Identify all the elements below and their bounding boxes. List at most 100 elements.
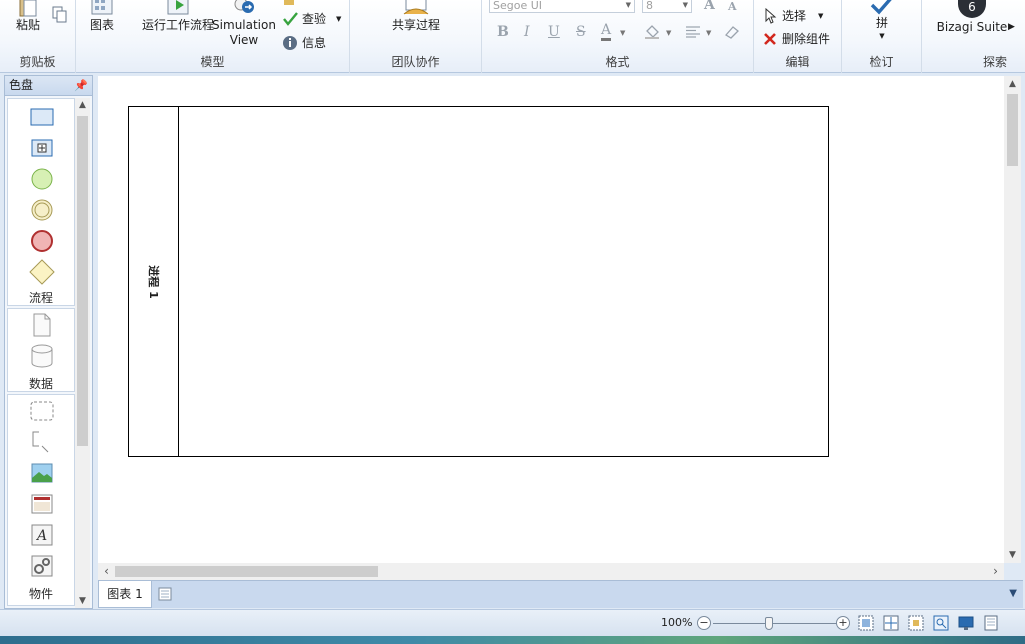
font-size-dropdown-icon: ▼ (682, 1, 688, 9)
diagram-canvas[interactable]: 进程 1 (98, 76, 1004, 563)
eraser-icon[interactable] (724, 25, 740, 39)
image-shape[interactable] (29, 461, 55, 485)
pool-header[interactable]: 进程 1 (129, 107, 179, 456)
paste-button[interactable]: 粘贴 (8, 0, 48, 33)
start-event-shape[interactable] (29, 167, 55, 191)
zoom-slider-thumb[interactable] (765, 617, 774, 630)
pin-icon[interactable]: 📌 (74, 76, 88, 95)
canvas-vscroll-thumb[interactable] (1007, 94, 1018, 166)
group-icon (30, 401, 54, 421)
font-color-button[interactable]: A (601, 22, 612, 41)
grow-font-button[interactable]: A (704, 0, 715, 13)
data-store-shape[interactable] (29, 344, 55, 368)
palette-scroll-up-icon[interactable]: ▲ (75, 100, 90, 110)
pool-shape[interactable]: 进程 1 (128, 106, 829, 457)
canvas-scroll-down-icon[interactable]: ▼ (1004, 550, 1021, 560)
zoom-selection-icon[interactable] (908, 615, 924, 631)
annotation-shape[interactable] (29, 430, 55, 454)
info-button[interactable]: 信息 (282, 34, 326, 51)
strikethrough-button[interactable]: S (576, 24, 586, 40)
text-icon: A (31, 524, 53, 546)
palette-section-data: 数据 (7, 308, 75, 392)
model-group: 图表 运行工作流程 Simulation View 查验 ▼ 信息 模型 (76, 0, 350, 73)
new-diagram-tab-icon[interactable] (158, 587, 172, 601)
header-shape[interactable] (29, 492, 55, 516)
canvas-scroll-right-icon[interactable]: › (987, 563, 1004, 580)
canvas-scroll-up-icon[interactable]: ▲ (1004, 79, 1021, 89)
gears-icon (31, 555, 53, 577)
align-icon[interactable] (686, 26, 700, 38)
data-object-shape[interactable] (29, 313, 55, 337)
bold-button[interactable]: B (497, 24, 509, 40)
page-view-icon[interactable] (983, 615, 999, 631)
zoom-out-button[interactable]: − (697, 616, 711, 630)
subprocess-icon (31, 139, 53, 157)
end-event-icon (31, 230, 53, 252)
info-icon (283, 35, 297, 50)
ribbon: 粘贴 剪贴板 图表 运行工作流程 Simulation View 查验 ▼ 信息 (0, 0, 1025, 73)
spell-check-icon (870, 0, 892, 15)
edit-group-label: 编辑 (785, 55, 810, 69)
zoom-percent: 100% (661, 616, 693, 629)
shrink-font-button[interactable]: A (728, 0, 737, 13)
font-size-select[interactable]: 8 ▼ (642, 0, 692, 13)
zoom-window-icon[interactable] (933, 615, 949, 631)
select-button[interactable]: 选择 ▼ (764, 7, 823, 24)
spell-check-dropdown-icon[interactable]: ▼ (879, 31, 884, 41)
paste-icon (19, 0, 37, 17)
spell-check-button[interactable]: 拼 ▼ (866, 0, 898, 41)
check-dropdown-icon[interactable]: ▼ (336, 15, 341, 23)
canvas-hscroll-thumb[interactable] (115, 566, 378, 577)
paste-label: 粘贴 (15, 18, 40, 32)
presentation-icon[interactable] (958, 615, 974, 631)
fill-color-dropdown-icon[interactable]: ▼ (666, 29, 671, 37)
underline-button[interactable]: U (548, 24, 560, 40)
tab-diagram-1[interactable]: 图表 1 (98, 581, 152, 608)
delete-component-label: 删除组件 (782, 32, 831, 46)
fit-width-icon[interactable] (858, 615, 874, 631)
palette-scroll-thumb[interactable] (77, 116, 88, 446)
font-color-dropdown-icon[interactable]: ▼ (620, 29, 625, 37)
fit-page-icon[interactable] (883, 615, 899, 631)
checkmark-icon (283, 11, 298, 26)
group-shape[interactable] (29, 399, 55, 423)
copy-icon[interactable] (52, 6, 68, 24)
font-name-select[interactable]: Segoe UI ▼ (489, 0, 635, 13)
canvas-scroll-left-icon[interactable]: ‹ (98, 563, 115, 580)
diagram-tab-bar: 图表 1 ▼ (98, 580, 1023, 608)
palette-scrollbar[interactable]: ▲ ▼ (75, 98, 90, 608)
zoom-slider-track[interactable] (713, 623, 838, 624)
clipboard-group: 粘贴 剪贴板 (0, 0, 76, 73)
italic-button[interactable]: I (524, 24, 530, 40)
properties-shape[interactable] (29, 554, 55, 578)
palette-header: 色盘 📌 (5, 76, 92, 96)
select-dropdown-icon[interactable]: ▼ (818, 12, 823, 20)
align-dropdown-icon[interactable]: ▼ (706, 29, 711, 37)
palette-scroll-down-icon[interactable]: ▼ (75, 596, 90, 606)
tab-list-dropdown-icon[interactable]: ▼ (1009, 588, 1017, 599)
annotation-icon (32, 431, 49, 453)
share-process-button[interactable]: 共享过程 (386, 0, 446, 33)
bizagi-suite-button[interactable]: 6 Bizagi Suite (932, 0, 1012, 35)
canvas-horizontal-scrollbar[interactable]: ‹ › (98, 563, 1004, 580)
ribbon-scroll-right-icon[interactable]: ▶ (1008, 22, 1015, 32)
document-icon (284, 0, 294, 5)
run-workflow-label: 运行工作流程 (141, 18, 214, 32)
diagram-button[interactable]: 图表 (86, 0, 118, 33)
palette-section-artifacts: A 物件 (7, 394, 75, 606)
palette-section-label-process: 流程 (28, 291, 53, 305)
check-button[interactable]: 查验 ▼ (282, 10, 341, 27)
intermediate-event-shape[interactable] (29, 198, 55, 222)
simulation-view-button[interactable]: Simulation View (212, 0, 276, 48)
gateway-shape[interactable] (29, 259, 55, 285)
canvas-vertical-scrollbar[interactable]: ▲ ▼ (1004, 76, 1021, 563)
review-group: 拼 ▼ 检订 (842, 0, 922, 73)
subprocess-shape[interactable] (29, 136, 55, 160)
end-event-shape[interactable] (29, 229, 55, 253)
fill-color-icon[interactable] (644, 25, 660, 39)
text-shape[interactable]: A (29, 523, 55, 547)
delete-component-button[interactable]: 删除组件 (762, 30, 830, 47)
task-shape[interactable] (29, 105, 55, 129)
zoom-in-button[interactable]: + (836, 616, 850, 630)
model-group-label: 模型 (200, 55, 225, 69)
